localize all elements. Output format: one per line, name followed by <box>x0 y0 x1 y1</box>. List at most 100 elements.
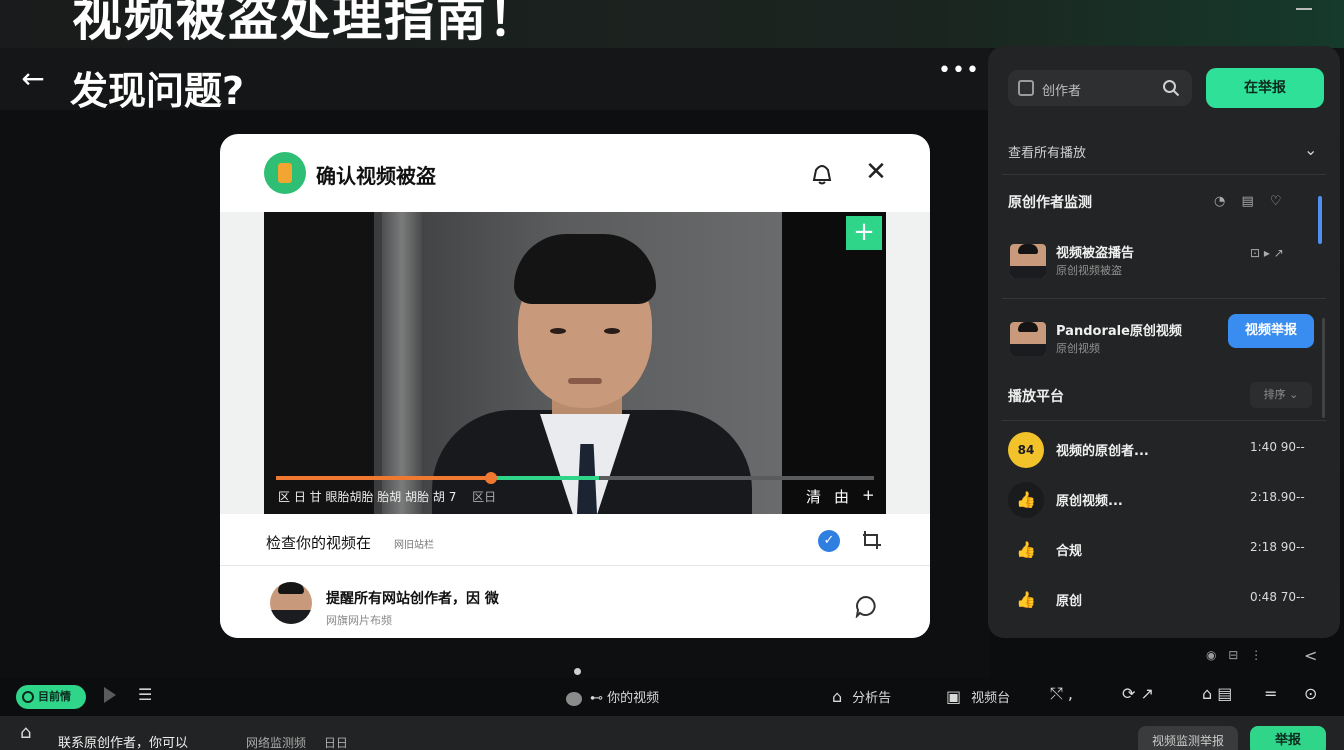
left-eye <box>550 328 566 334</box>
comment-row: 提醒所有网站创作者，因 微 网旗网片布频 <box>220 568 930 638</box>
bell-icon[interactable] <box>810 160 834 186</box>
item-thumbnail <box>1010 244 1046 278</box>
comment-bubble-icon[interactable] <box>854 594 878 618</box>
toolbar-item-label: 分析告 <box>852 691 892 706</box>
video-player[interactable]: + 区 日 甘 眼胎胡胎 胎胡 胡胎 胡 7 区日 清 由 + <box>264 212 886 514</box>
right-eye <box>604 328 620 334</box>
video-control-add[interactable]: + <box>862 486 875 504</box>
toolbar-item-video[interactable]: ▣ 视频台 <box>946 687 1010 706</box>
list-item[interactable]: 视频被盗播告 原创视频被盗 ⊡ ▸ ↗ <box>1002 236 1326 286</box>
video-report-button[interactable]: 视频举报 <box>1228 314 1314 348</box>
platform-heading: 播放平台 <box>1008 389 1064 405</box>
platform-row[interactable]: 👍 原创视频... 2:18.90-- <box>1002 478 1326 524</box>
comment-author: 提醒所有网站创作者，因 微 <box>326 591 499 607</box>
video-control-2[interactable]: 由 <box>834 486 849 507</box>
platform-row[interactable]: 👍 合规 2:18 90-- <box>1002 528 1326 574</box>
toolbar-center-label: ⊷ 你的视频 <box>590 691 660 706</box>
store-icon: ⌂ <box>832 687 843 706</box>
list-item[interactable]: Pandorale原创视频 原创视频 视频举报 <box>1002 314 1326 364</box>
back-arrow-icon[interactable]: ← <box>18 64 48 94</box>
report-button[interactable]: 举报 <box>1250 726 1326 750</box>
check-text: 检查你的视频在 <box>266 534 372 552</box>
footer-subtext-1: 网络监测频 <box>246 736 307 750</box>
item-subtitle: 原创视频被盗 <box>1056 264 1122 277</box>
check-row: 检查你的视频在 网旧站栏 ✓ <box>220 514 930 566</box>
app-logo-icon <box>264 152 306 194</box>
divider <box>1002 420 1326 421</box>
thumbs-up-icon: 👍 <box>1016 590 1036 609</box>
video-right-shade <box>782 212 886 514</box>
shuffle-icon[interactable]: ⤲ , <box>1050 684 1073 704</box>
platform-row[interactable]: 84 视频的原创者... 1:40 90-- <box>1002 428 1326 474</box>
dialog-title: 确认视频被盗 <box>316 164 436 188</box>
play-icon[interactable] <box>104 687 116 703</box>
avatar <box>270 582 312 624</box>
list-heading: 原创作者监测 <box>1008 195 1092 211</box>
menu-icon[interactable]: = <box>1264 684 1277 703</box>
thumbs-up-icon: 👍 <box>1016 540 1036 559</box>
item-action-icons[interactable]: ⊡ ▸ ↗ <box>1250 246 1284 260</box>
comment-subtitle: 网旗网片布频 <box>326 614 392 627</box>
top-banner: 视频被盗处理指南！ <box>0 0 1344 48</box>
list-icon[interactable]: ☰ <box>138 685 152 704</box>
search-placeholder: 创作者 <box>1042 84 1082 99</box>
power-icon[interactable]: ⊙ <box>1304 684 1317 703</box>
platform-row[interactable]: 👍 原创 0:48 70-- <box>1002 578 1326 624</box>
video-left-shade <box>264 212 374 514</box>
status-icons: ◉ ⊟ ⋮ <box>1206 648 1267 662</box>
platform-label: 合规 <box>1056 544 1083 559</box>
refresh-icon[interactable]: ⟳ ↗ <box>1122 684 1154 703</box>
section-label: 查看所有播放 <box>1008 146 1087 161</box>
checkmark-icon[interactable]: ✓ <box>818 530 840 552</box>
mouth <box>568 378 602 384</box>
dialog-body: 检查你的视频在 网旧站栏 ✓ 提醒所有网站创作者，因 微 网旗网片布频 <box>220 514 930 638</box>
video-control-1[interactable]: 清 <box>806 486 821 507</box>
video-caption-tail: 区日 <box>472 490 497 504</box>
footer-bar: ⌂ 联系原创作者，你可以 网络监测频 日日 视频监测举报 举报 <box>0 716 1344 750</box>
platform-time: 0:48 70-- <box>1250 590 1305 604</box>
search-box[interactable]: 创作者 <box>1008 70 1192 106</box>
sort-dropdown[interactable]: 排序 ⌄ <box>1250 382 1312 408</box>
home-icon[interactable]: ⌂ <box>20 722 31 743</box>
scrollbar-track[interactable] <box>1322 318 1325 418</box>
divider <box>1002 174 1326 175</box>
toolbar-item-label: 视频台 <box>971 691 1011 706</box>
close-icon[interactable]: ✕ <box>862 158 890 186</box>
platform-label: 原创 <box>1056 594 1083 609</box>
platform-time: 2:18.90-- <box>1250 490 1305 504</box>
toolbar-center-item[interactable]: ⊷ 你的视频 <box>566 687 659 706</box>
badge-icon: 84 <box>1008 432 1044 468</box>
page-title: 发现问题? <box>70 69 245 113</box>
pager-dot[interactable] <box>574 668 581 675</box>
platform-label: 视频的原创者... <box>1056 444 1149 459</box>
bottom-toolbar: 目前情 ☰ ⊷ 你的视频 ⌂ 分析告 ▣ 视频台 ⤲ , ⟳ ↗ ⌂ ▤ = ⊙ <box>0 678 1344 716</box>
video-caption: 区 日 甘 眼胎胡胎 胎胡 胡胎 胡 7 区日 <box>278 488 496 505</box>
minimize-icon[interactable] <box>1296 8 1312 10</box>
hair <box>514 234 656 304</box>
footer-text: 联系原创作者，你可以 <box>58 736 189 750</box>
item-title: Pandorale原创视频 <box>1056 324 1182 339</box>
chat-icon <box>566 691 582 706</box>
report-cta-button[interactable]: 在举报 <box>1206 68 1324 108</box>
dialog-header: 确认视频被盗 ✕ <box>220 134 930 212</box>
search-icon[interactable] <box>1162 79 1180 97</box>
platform-label: 原创视频... <box>1056 494 1123 509</box>
video-curtain <box>382 212 422 514</box>
chevron-down-icon[interactable]: ⌄ <box>1304 140 1317 159</box>
footer-subtext-2: 日日 <box>323 736 348 750</box>
list-tool-icons[interactable]: ◔ ▤ ♡ <box>1214 194 1288 209</box>
crop-icon[interactable] <box>860 528 884 552</box>
platform-time: 1:40 90-- <box>1250 440 1305 454</box>
home-grid-icon[interactable]: ⌂ ▤ <box>1202 684 1232 703</box>
status-pill[interactable]: 目前情 <box>16 685 86 709</box>
video-person-image <box>432 230 752 514</box>
toolbar-item-analysis[interactable]: ⌂ 分析告 <box>832 687 891 706</box>
more-options-icon[interactable]: ••• <box>938 58 980 83</box>
item-subtitle: 原创视频 <box>1056 342 1100 355</box>
thumbs-up-icon: 👍 <box>1008 482 1044 518</box>
share-icon[interactable]: < <box>1304 646 1317 665</box>
item-title: 视频被盗播告 <box>1056 246 1135 261</box>
monitor-report-button[interactable]: 视频监测举报 <box>1138 726 1238 750</box>
add-icon[interactable]: + <box>846 216 882 250</box>
divider <box>1002 298 1326 299</box>
